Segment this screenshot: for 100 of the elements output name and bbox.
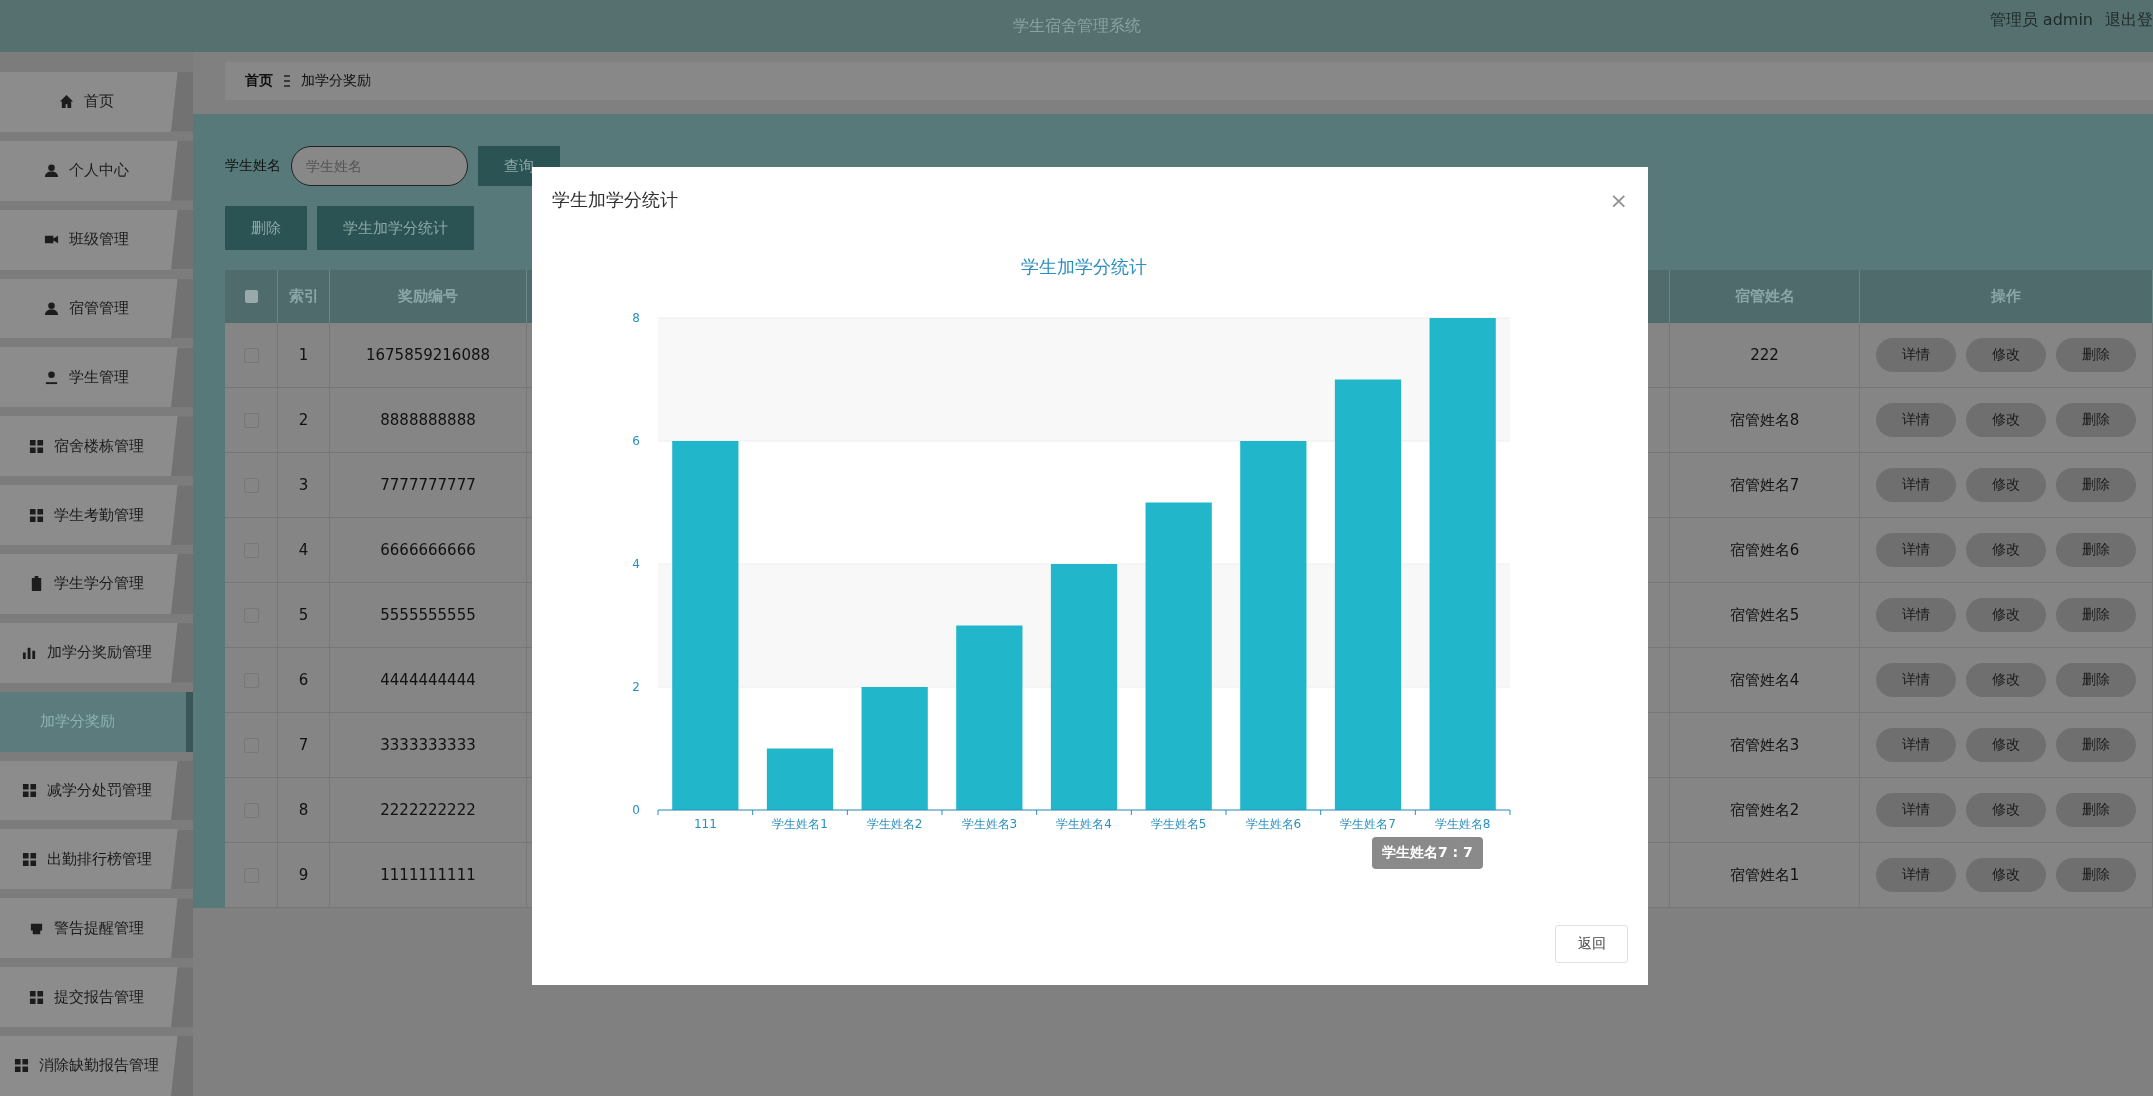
chart-title: 学生加学分统计 — [1021, 256, 1147, 277]
dialog-title: 学生加学分统计 — [552, 188, 678, 212]
home-icon — [59, 94, 74, 110]
table-cell: 4 — [278, 518, 330, 583]
sidebar-item[interactable]: 班级管理 — [0, 209, 193, 270]
x-axis-label: 学生姓名2 — [866, 817, 923, 831]
logout-link[interactable]: 退出登 — [2105, 10, 2153, 31]
table-cell: 1 — [278, 323, 330, 388]
sidebar-item[interactable]: 个人中心 — [0, 140, 193, 201]
edit-button[interactable]: 修改 — [1966, 533, 2046, 567]
table-cell: 2 — [278, 388, 330, 453]
table-cell: 8 — [278, 778, 330, 843]
delete-button[interactable]: 删除 — [2056, 468, 2136, 502]
table-cell: 宿管姓名4 — [1670, 648, 1860, 713]
sidebar-item[interactable]: 学生考勤管理 — [0, 485, 193, 545]
table-cell: 宿管姓名2 — [1670, 778, 1860, 843]
column-header: 操作 — [1860, 270, 2153, 323]
details-button[interactable]: 详情 — [1876, 858, 1956, 892]
table-cell: 宿管姓名5 — [1670, 583, 1860, 648]
edit-button[interactable]: 修改 — [1966, 468, 2046, 502]
edit-button[interactable]: 修改 — [1966, 793, 2046, 827]
x-axis-label: 学生姓名8 — [1434, 817, 1491, 831]
table-cell: 宿管姓名1 — [1670, 843, 1860, 908]
edit-button[interactable]: 修改 — [1966, 728, 2046, 762]
details-button[interactable]: 详情 — [1876, 533, 1956, 567]
grid-icon — [29, 507, 44, 523]
select-all-checkbox[interactable] — [244, 290, 258, 303]
delete-button[interactable]: 删除 — [2056, 858, 2136, 892]
table-cell: 7 — [278, 713, 330, 778]
user-icon — [44, 163, 59, 179]
y-axis-label: 8 — [632, 311, 640, 325]
grid-icon — [14, 1058, 29, 1074]
delete-button[interactable]: 删除 — [2056, 533, 2136, 567]
sidebar-item[interactable]: 提交报告管理 — [0, 967, 193, 1028]
table-cell: 6666666666 — [330, 518, 527, 583]
sidebar-item[interactable]: 宿舍楼栋管理 — [0, 416, 193, 477]
sidebar-item[interactable]: 学生学分管理 — [0, 554, 193, 614]
table-cell: 222 — [1670, 323, 1860, 388]
x-axis-label: 学生姓名6 — [1245, 817, 1302, 831]
edit-button[interactable]: 修改 — [1966, 598, 2046, 632]
table-cell: 宿管姓名3 — [1670, 713, 1860, 778]
grid-icon — [29, 989, 44, 1005]
sidebar-item[interactable]: 学生管理 — [0, 347, 193, 408]
grid-icon — [29, 438, 44, 454]
close-button[interactable]: × — [1609, 187, 1628, 213]
edit-button[interactable]: 修改 — [1966, 663, 2046, 697]
user-icon — [44, 369, 59, 385]
table-cell: 2222222222 — [330, 778, 527, 843]
search-label: 学生姓名 — [225, 157, 281, 175]
delete-button[interactable]: 删除 — [2056, 663, 2136, 697]
x-axis-label: 学生姓名1 — [772, 817, 828, 831]
delete-button[interactable]: 删除 — [225, 206, 307, 250]
sidebar-item[interactable]: 出勤排行榜管理 — [0, 829, 193, 890]
table-cell: 3333333333 — [330, 713, 527, 778]
delete-button[interactable]: 删除 — [2056, 598, 2136, 632]
table-cell: 5555555555 — [330, 583, 527, 648]
sidebar-item[interactable]: 加学分奖励管理 — [0, 622, 193, 683]
delete-button[interactable]: 删除 — [2056, 338, 2136, 372]
table-cell: 宿管姓名7 — [1670, 453, 1860, 518]
sidebar-item[interactable]: 首页 — [0, 72, 193, 132]
delete-button[interactable]: 删除 — [2056, 403, 2136, 437]
details-button[interactable]: 详情 — [1876, 793, 1956, 827]
statistics-button[interactable]: 学生加学分统计 — [317, 206, 474, 250]
column-header: 奖励编号 — [330, 270, 527, 323]
breadcrumb-link[interactable]: 首页 — [245, 72, 273, 90]
sidebar-item[interactable]: 减学分处罚管理 — [0, 760, 193, 821]
edit-button[interactable]: 修改 — [1966, 338, 2046, 372]
table-cell: 4444444444 — [330, 648, 527, 713]
delete-button[interactable]: 删除 — [2056, 728, 2136, 762]
y-axis-label: 0 — [632, 803, 640, 817]
grid-icon — [21, 783, 37, 798]
details-button[interactable]: 详情 — [1876, 403, 1956, 437]
details-button[interactable]: 详情 — [1876, 598, 1956, 632]
breadcrumb-item: 加学分奖励 — [301, 72, 371, 90]
delete-button[interactable]: 删除 — [2056, 793, 2136, 827]
details-button[interactable]: 详情 — [1876, 338, 1956, 372]
table-cell: 8888888888 — [330, 388, 527, 453]
clipboard-icon — [29, 576, 44, 592]
table-cell: 7777777777 — [330, 453, 527, 518]
table-cell: 9 — [278, 843, 330, 908]
x-axis-label: 学生姓名4 — [1056, 817, 1112, 831]
edit-button[interactable]: 修改 — [1966, 858, 2046, 892]
sidebar-item[interactable]: 消除缺勤报告管理 — [0, 1036, 193, 1096]
table-cell: 宿管姓名8 — [1670, 388, 1860, 453]
column-header: 索引 — [278, 270, 330, 323]
back-button[interactable]: 返回 — [1555, 925, 1628, 963]
details-button[interactable]: 详情 — [1876, 468, 1956, 502]
sidebar-item[interactable]: 宿管管理 — [0, 278, 193, 339]
y-axis-label: 4 — [632, 557, 640, 571]
grid-icon — [21, 851, 37, 867]
details-button[interactable]: 详情 — [1876, 728, 1956, 762]
x-axis-label: 111 — [693, 817, 717, 831]
edit-button[interactable]: 修改 — [1966, 403, 2046, 437]
table-cell: 6 — [278, 648, 330, 713]
details-button[interactable]: 详情 — [1876, 663, 1956, 697]
sidebar-item[interactable]: 警告提醒管理 — [0, 898, 193, 959]
bar-chart-icon — [21, 645, 37, 661]
x-axis-label: 学生姓名5 — [1150, 817, 1207, 831]
table-cell: 宿管姓名6 — [1670, 518, 1860, 583]
user-name: 管理员 admin — [1989, 10, 2093, 31]
